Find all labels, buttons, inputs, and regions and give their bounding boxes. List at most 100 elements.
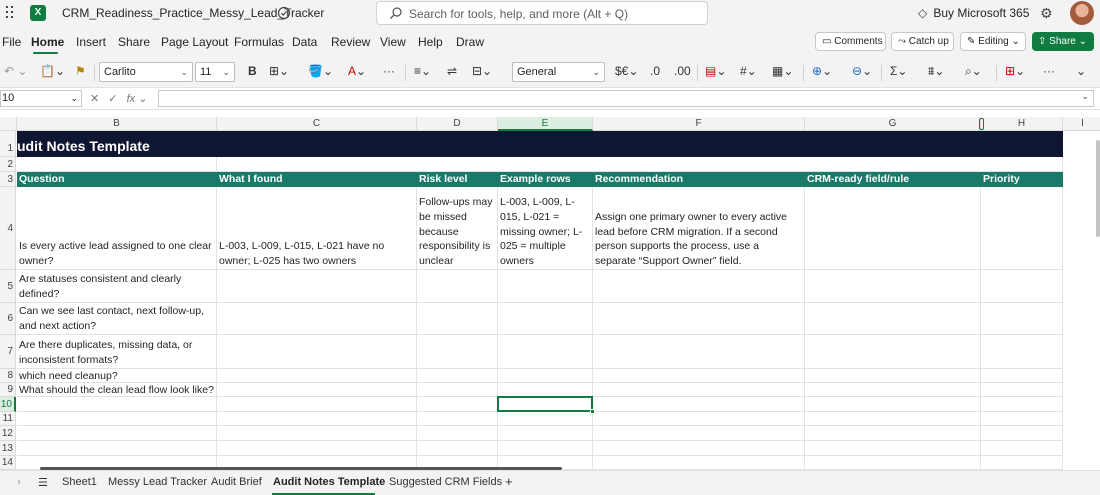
sort-filter-icon[interactable]: ⩩⌄: [928, 64, 944, 79]
tab-messy-lead-tracker[interactable]: Messy Lead Tracker: [108, 476, 207, 488]
menu-formulas[interactable]: Formulas: [234, 35, 284, 49]
column-header-b[interactable]: B: [17, 117, 217, 131]
column-header-d[interactable]: D: [417, 117, 498, 131]
menu-insert[interactable]: Insert: [76, 35, 106, 49]
cell-d5[interactable]: [417, 270, 498, 303]
header-crm-ready-field[interactable]: CRM-ready field/rule: [805, 173, 981, 186]
menu-data[interactable]: Data: [292, 35, 317, 49]
menu-review[interactable]: Review: [331, 35, 370, 49]
more-options-icon[interactable]: ···: [383, 64, 395, 78]
fill-handle[interactable]: [590, 409, 595, 414]
decrease-decimal-icon[interactable]: .0: [650, 64, 660, 78]
borders-icon[interactable]: ⊞⌄: [269, 64, 289, 78]
all-sheets-menu-icon[interactable]: ☰: [38, 476, 48, 489]
cell-c4[interactable]: L-003, L-009, L-015, L-021 have no owner…: [217, 187, 417, 270]
column-header-f[interactable]: F: [593, 117, 805, 131]
spreadsheet-grid[interactable]: B C D E F G H I 1 2 3 4 5 6 7 8 9 10 11 …: [0, 117, 1100, 470]
header-example-rows[interactable]: Example rows: [498, 173, 593, 186]
row-11-blank[interactable]: [17, 412, 1063, 426]
cell-f4[interactable]: Assign one primary owner to every active…: [593, 187, 805, 270]
header-priority[interactable]: Priority: [981, 173, 1063, 186]
find-icon[interactable]: ⌕⌄: [965, 64, 982, 79]
row-header-13[interactable]: 13: [0, 441, 16, 456]
menu-help[interactable]: Help: [418, 35, 443, 49]
menu-share[interactable]: Share: [118, 35, 150, 49]
cell-h5[interactable]: [981, 270, 1063, 303]
select-all-corner[interactable]: [0, 117, 17, 131]
ribbon-more-icon[interactable]: ···: [1043, 64, 1055, 78]
insert-cells-icon[interactable]: ⊕⌄: [812, 64, 832, 78]
column-header-c[interactable]: C: [217, 117, 417, 131]
catch-up-button[interactable]: ⤳ Catch up: [891, 32, 954, 51]
font-color-icon[interactable]: A⌄: [348, 64, 366, 78]
delete-cells-icon[interactable]: ⊖⌄: [852, 64, 872, 78]
row-8-blank[interactable]: [217, 369, 1063, 383]
conditional-format-icon[interactable]: ▤⌄: [705, 64, 726, 78]
paste-icon[interactable]: 📋⌄: [40, 64, 65, 78]
menu-view[interactable]: View: [380, 35, 406, 49]
tab-sheet1[interactable]: Sheet1: [62, 476, 97, 488]
column-header-g[interactable]: G: [805, 117, 981, 131]
row-2-blank[interactable]: [17, 157, 1063, 172]
column-header-e[interactable]: E: [498, 117, 593, 131]
row-header-4[interactable]: 4: [0, 187, 16, 270]
cell-c6[interactable]: [217, 303, 417, 335]
row-header-2[interactable]: 2: [0, 157, 16, 172]
row-12-blank[interactable]: [17, 426, 1063, 441]
cell-g7[interactable]: [805, 335, 981, 369]
cell-d4[interactable]: Follow-ups may be missed because respons…: [417, 187, 498, 270]
cell-b7[interactable]: Are there duplicates, missing data, or i…: [17, 335, 217, 369]
increase-decimal-icon[interactable]: .00: [674, 64, 691, 78]
cell-g5[interactable]: [805, 270, 981, 303]
buy-microsoft-365-link[interactable]: ◇ Buy Microsoft 365: [918, 6, 1029, 20]
column-resize-grip[interactable]: [979, 118, 984, 130]
menu-page-layout[interactable]: Page Layout: [161, 35, 228, 49]
row-header-8[interactable]: 8: [0, 369, 16, 383]
ribbon-expand-icon[interactable]: ⌄: [1076, 64, 1086, 78]
vertical-scrollbar[interactable]: [1096, 140, 1100, 237]
column-header-i[interactable]: I: [1063, 117, 1100, 131]
share-button[interactable]: ⇪ Share ⌄: [1032, 32, 1094, 51]
cell-h4[interactable]: [981, 187, 1063, 270]
cell-g4[interactable]: [805, 187, 981, 270]
cell-f6[interactable]: [593, 303, 805, 335]
title-band[interactable]: [17, 131, 1063, 157]
row-header-9[interactable]: 9: [0, 383, 16, 397]
column-header-h[interactable]: H: [981, 117, 1063, 131]
undo-icon[interactable]: ↶ ⌄: [4, 64, 27, 78]
cell-e6[interactable]: [498, 303, 593, 335]
cell-c5[interactable]: [217, 270, 417, 303]
cell-d7[interactable]: [417, 335, 498, 369]
cell-b8[interactable]: which need cleanup?: [17, 369, 217, 383]
tab-audit-brief[interactable]: Audit Brief: [211, 476, 262, 488]
cell-f5[interactable]: [593, 270, 805, 303]
menu-draw[interactable]: Draw: [456, 35, 484, 49]
row-header-14[interactable]: 14: [0, 456, 16, 470]
cell-styles-icon[interactable]: ▦⌄: [772, 64, 793, 78]
bold-button[interactable]: B: [248, 64, 257, 78]
comments-button[interactable]: ▭ Comments: [815, 32, 886, 51]
cell-e7[interactable]: [498, 335, 593, 369]
active-cell-e10[interactable]: [497, 396, 595, 414]
formula-input[interactable]: ⌄: [158, 90, 1094, 107]
cell-d6[interactable]: [417, 303, 498, 335]
add-ins-icon[interactable]: ⊞⌄: [1005, 64, 1025, 78]
user-avatar[interactable]: [1070, 1, 1094, 25]
cell-g6[interactable]: [805, 303, 981, 335]
cell-b6[interactable]: Can we see last contact, next follow-up,…: [17, 303, 217, 335]
menu-home[interactable]: Home: [31, 35, 64, 49]
chevron-down-icon[interactable]: ⌄: [1081, 91, 1089, 102]
wrap-text-icon[interactable]: ⇌: [447, 64, 457, 78]
align-icon[interactable]: ≡⌄: [414, 64, 431, 78]
table-format-icon[interactable]: #⌄: [740, 64, 757, 78]
tab-audit-notes-template[interactable]: Audit Notes Template: [273, 476, 385, 488]
add-sheet-button[interactable]: +: [505, 474, 513, 489]
row-header-1[interactable]: 1: [0, 131, 16, 157]
row-header-3[interactable]: 3: [0, 172, 16, 187]
confirm-icon[interactable]: ✓: [108, 93, 117, 105]
currency-icon[interactable]: $€⌄: [615, 64, 638, 78]
header-question[interactable]: Question: [17, 173, 217, 186]
saved-status-icon[interactable]: [277, 6, 291, 20]
cell-e4[interactable]: L-003, L-009, L-015, L-021 = missing own…: [498, 187, 593, 270]
insert-function-icon[interactable]: fx: [127, 93, 136, 105]
